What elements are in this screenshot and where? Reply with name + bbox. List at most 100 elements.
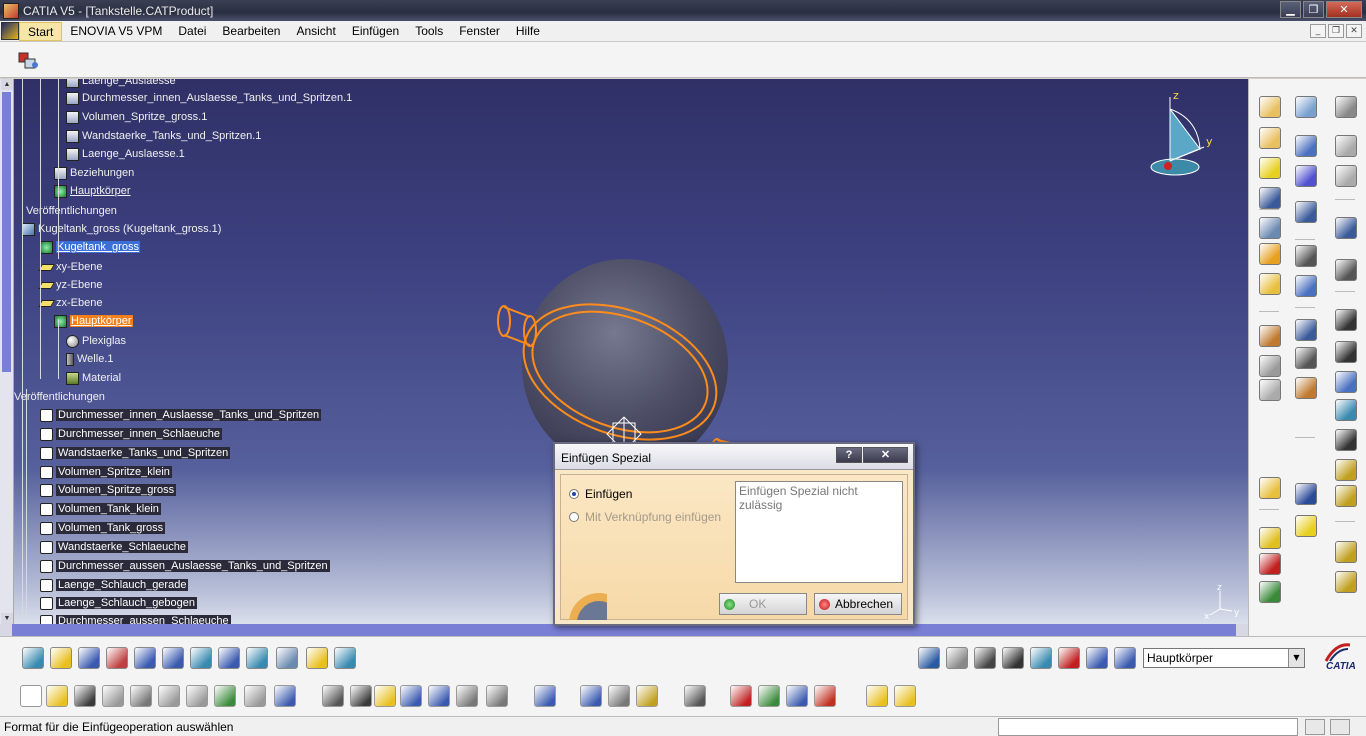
toolbar-tool-icon[interactable] <box>1259 157 1281 179</box>
standard-tool-icon[interactable] <box>894 685 916 707</box>
toolbar-tool-icon[interactable] <box>1335 399 1357 421</box>
toolbar-tool-icon[interactable] <box>1259 477 1281 499</box>
toolbar-tool-icon[interactable] <box>1295 245 1317 267</box>
toolbar-tool-icon[interactable] <box>1259 187 1281 209</box>
toolbar-tool-icon[interactable] <box>1295 135 1317 157</box>
toolbar-tool-icon[interactable] <box>1259 581 1281 603</box>
toolbar-tool-icon[interactable] <box>1259 355 1281 377</box>
standard-tool-icon[interactable] <box>130 685 152 707</box>
tree-node[interactable]: Veröffentlichungen <box>14 389 105 405</box>
standard-tool-icon[interactable] <box>400 685 422 707</box>
minimize-button[interactable]: ▁ <box>1280 1 1301 18</box>
standard-tool-icon[interactable] <box>244 685 266 707</box>
view-tool-icon[interactable] <box>1030 647 1052 669</box>
view-tool-icon[interactable] <box>134 647 156 669</box>
tree-node[interactable]: Wandstaerke_Tanks_und_Spritzen.1 <box>66 128 261 144</box>
toolbar-tool-icon[interactable] <box>1259 127 1281 149</box>
menu-bearbeiten[interactable]: Bearbeiten <box>214 22 288 41</box>
tree-node[interactable]: Kugeltank_gross (Kugeltank_gross.1) <box>22 221 221 237</box>
tree-node[interactable]: Wandstaerke_Schlaeuche <box>40 539 189 555</box>
standard-tool-icon[interactable] <box>274 685 296 707</box>
radio-paste[interactable]: Einfügen <box>569 487 632 501</box>
toolbar-tool-icon[interactable] <box>1259 243 1281 265</box>
status-button-2[interactable] <box>1330 719 1350 735</box>
toolbar-tool-icon[interactable] <box>1259 527 1281 549</box>
command-input[interactable] <box>998 718 1298 736</box>
tree-node[interactable]: Volumen_Spritze_klein <box>40 464 172 480</box>
toolbar-tool-icon[interactable] <box>1335 485 1357 507</box>
standard-tool-icon[interactable] <box>186 685 208 707</box>
menu-start[interactable]: Start <box>19 21 63 41</box>
tree-node[interactable]: Plexiglas <box>66 333 126 349</box>
toolbar-tool-icon[interactable] <box>1335 259 1357 281</box>
menu-enovia[interactable]: ENOVIA V5 VPM <box>62 22 170 41</box>
view-tool-icon[interactable] <box>106 647 128 669</box>
standard-tool-icon[interactable] <box>730 685 752 707</box>
standard-tool-icon[interactable] <box>214 685 236 707</box>
maximize-button[interactable]: ❐ <box>1303 1 1324 18</box>
standard-tool-icon[interactable] <box>46 685 68 707</box>
tree-node[interactable]: Hauptkörper <box>54 183 131 199</box>
standard-tool-icon[interactable] <box>374 685 396 707</box>
menu-hilfe[interactable]: Hilfe <box>508 22 548 41</box>
radio-paste-with-link[interactable]: Mit Verknüpfung einfügen <box>569 510 721 524</box>
tree-node[interactable]: Laenge_Auslaesse.1 <box>66 146 185 162</box>
tree-node[interactable]: Durchmesser_aussen_Auslaesse_Tanks_und_S… <box>40 558 330 574</box>
toolbar-tool-icon[interactable] <box>1335 429 1357 451</box>
tree-node[interactable]: Volumen_Tank_gross <box>40 520 166 536</box>
standard-tool-icon[interactable] <box>814 685 836 707</box>
catia-app-icon[interactable] <box>3 2 19 19</box>
standard-tool-icon[interactable] <box>786 685 808 707</box>
dialog-close-button[interactable]: ✕ <box>863 447 908 463</box>
compass-icon[interactable]: z y <box>1140 89 1220 189</box>
menu-tools[interactable]: Tools <box>407 22 451 41</box>
mdi-close-button[interactable]: ✕ <box>1346 24 1362 38</box>
toolbar-tool-icon[interactable] <box>1295 515 1317 537</box>
scroll-right-arrow-icon[interactable] <box>1236 624 1248 636</box>
toolbar-tool-icon[interactable] <box>1335 341 1357 363</box>
toolbar-tool-icon[interactable] <box>1259 273 1281 295</box>
view-tool-icon[interactable] <box>162 647 184 669</box>
tree-node[interactable]: yz-Ebene <box>37 277 102 293</box>
ok-button[interactable]: OK <box>719 593 807 615</box>
mdi-restore-button[interactable]: ❐ <box>1328 24 1344 38</box>
toolbar-tool-icon[interactable] <box>1335 541 1357 563</box>
start-icon[interactable] <box>1 22 19 40</box>
tree-node[interactable]: Welle.1 <box>66 351 113 367</box>
toolbar-tool-icon[interactable] <box>1335 217 1357 239</box>
toolbar-tool-icon[interactable] <box>1335 309 1357 331</box>
toolbar-tool-icon[interactable] <box>1295 165 1317 187</box>
view-tool-icon[interactable] <box>78 647 100 669</box>
standard-tool-icon[interactable] <box>74 685 96 707</box>
view-tool-icon[interactable] <box>946 647 968 669</box>
toolbar-tool-icon[interactable] <box>1259 553 1281 575</box>
toolbar-tool-icon[interactable] <box>1259 217 1281 239</box>
view-tool-icon[interactable] <box>190 647 212 669</box>
toolbar-tool-icon[interactable] <box>1295 377 1317 399</box>
standard-tool-icon[interactable] <box>636 685 658 707</box>
standard-tool-icon[interactable] <box>102 685 124 707</box>
toolbar-tool-icon[interactable] <box>1335 96 1357 118</box>
status-button-1[interactable] <box>1305 719 1325 735</box>
tree-node[interactable]: Kugeltank_gross <box>40 239 140 255</box>
toolbar-tool-icon[interactable] <box>1295 347 1317 369</box>
toolbar-tool-icon[interactable] <box>1335 371 1357 393</box>
toolbar-tool-icon[interactable] <box>1259 379 1281 401</box>
tree-node[interactable]: Volumen_Spritze_gross.1 <box>66 109 207 125</box>
mdi-minimize-button[interactable]: _ <box>1310 24 1326 38</box>
standard-tool-icon[interactable] <box>322 685 344 707</box>
menu-einfuegen[interactable]: Einfügen <box>344 22 407 41</box>
tree-node[interactable]: xy-Ebene <box>37 259 102 275</box>
toolbar-tool-icon[interactable] <box>1295 319 1317 341</box>
view-tool-icon[interactable] <box>918 647 940 669</box>
view-tool-icon[interactable] <box>246 647 268 669</box>
tree-node[interactable]: Volumen_Spritze_gross <box>40 482 177 498</box>
toolbar-tool-icon[interactable] <box>1335 459 1357 481</box>
tree-node[interactable]: Wandstaerke_Tanks_und_Spritzen <box>40 445 231 461</box>
tree-node[interactable]: Beziehungen <box>54 165 134 181</box>
current-body-select[interactable]: Hauptkörper ▼ <box>1143 648 1305 668</box>
standard-tool-icon[interactable] <box>866 685 888 707</box>
toolbar-tool-icon[interactable] <box>1259 96 1281 118</box>
view-tool-icon[interactable] <box>1002 647 1024 669</box>
standard-tool-icon[interactable] <box>758 685 780 707</box>
